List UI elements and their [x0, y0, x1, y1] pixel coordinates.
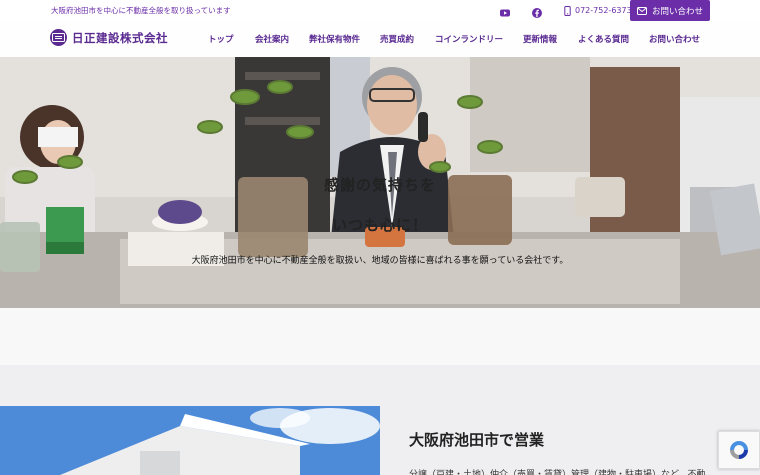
nav-sales-contracts[interactable]: 売買成約	[380, 33, 414, 45]
hero-subtitle: 大阪府池田市を中心に不動産全般を取扱い、地域の皆様に喜ばれる事を願っている会社で…	[191, 256, 569, 266]
facebook-icon[interactable]	[531, 4, 543, 18]
youtube-icon[interactable]	[499, 4, 511, 17]
logo-mark	[50, 29, 67, 46]
nav-contact[interactable]: お問い合わせ	[649, 33, 700, 45]
nav-company[interactable]: 会社案内	[255, 33, 289, 45]
nav-updates[interactable]: 更新情報	[523, 33, 557, 45]
recaptcha-icon	[730, 441, 748, 459]
phone-icon	[564, 5, 571, 16]
site-tagline: 大阪府池田市を中心に不動産全般を取り扱っています	[51, 6, 231, 15]
site-header: 日正建設株式会社 トップ 会社案内 弊社保有物件 売買成約 コインランドリー 更…	[0, 21, 760, 57]
company-name: 日正建設株式会社	[72, 30, 168, 45]
hero-title-line2: いつも心に！	[331, 216, 428, 234]
contact-button-label: お問い合わせ	[651, 6, 703, 17]
nav-properties[interactable]: 弊社保有物件	[309, 33, 360, 45]
mail-icon	[636, 6, 647, 15]
recaptcha-badge[interactable]	[718, 431, 760, 469]
spacer-band	[0, 308, 760, 365]
nav-faq[interactable]: よくある質問	[578, 33, 629, 45]
top-bar: 大阪府池田市を中心に不動産全般を取り扱っています 072-752-6373 お問…	[0, 0, 760, 21]
contact-button[interactable]: お問い合わせ	[630, 0, 710, 21]
house-illustration	[0, 406, 380, 475]
phone-link[interactable]: 072-752-6373	[564, 4, 632, 17]
hero-title-line1: 感謝の気持ちを	[323, 176, 436, 194]
nav-top[interactable]: トップ	[208, 33, 234, 45]
section-title: 大阪府池田市で営業	[409, 431, 545, 449]
nav-coin-laundry[interactable]: コインランドリー	[435, 33, 503, 45]
phone-number: 072-752-6373	[575, 6, 632, 15]
house-photo	[0, 406, 380, 475]
section-text: 分譲（戸建・土地）仲介（売買・賃貸）管理（建物・駐車場）など、不動	[409, 470, 706, 475]
hero-banner: 感謝の気持ちを いつも心に！	[0, 57, 760, 308]
company-logo[interactable]: 日正建設株式会社	[50, 29, 168, 46]
